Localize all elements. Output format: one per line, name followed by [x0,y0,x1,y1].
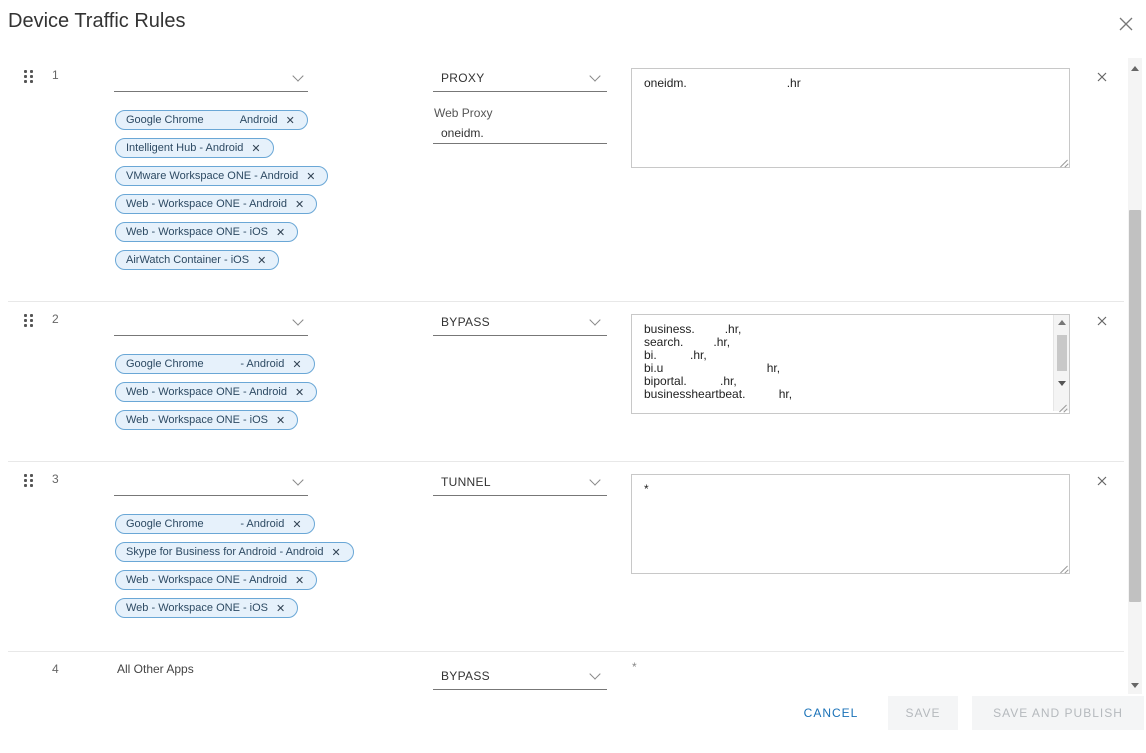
chevron-down-icon [589,314,601,326]
destinations-textarea[interactable]: oneidm. .hr [631,68,1070,168]
action-select-dropdown[interactable]: BYPASS [433,664,607,690]
chevron-down-icon [589,70,601,82]
app-chip: Web - Workspace ONE - iOS ✕ [115,410,299,430]
remove-chip-icon[interactable]: ✕ [251,142,260,155]
destinations-value: * [632,660,637,674]
save-button[interactable]: SAVE [888,696,958,730]
action-select-dropdown[interactable]: TUNNEL [433,470,607,496]
resize-grip-icon[interactable] [1060,159,1068,167]
app-chip-list: Google Chrome Android ✕ Intelligent Hub -… [115,110,329,270]
app-chip-list: Google Chrome - Android ✕ Skype for Busin… [115,514,354,618]
textarea-scrollbar[interactable] [1053,315,1069,411]
rule-row-3: 3 Google Chrome - Android ✕ Skype for Bus… [8,462,1124,652]
scroll-thumb[interactable] [1057,335,1067,371]
app-chip: Skype for Business for Android - Android… [115,542,354,562]
cancel-button[interactable]: CANCEL [796,703,866,723]
rule-number: 3 [52,472,59,486]
drag-handle-icon[interactable] [24,474,36,488]
rule-row-1: 1 Google Chrome Android ✕ Intelligent Hub… [8,58,1124,302]
rule-number: 4 [52,662,59,676]
all-other-apps-label: All Other Apps [117,662,194,676]
remove-chip-icon[interactable]: ✕ [292,358,301,371]
scroll-down-icon[interactable] [1131,683,1139,688]
rule-row-4: 4 All Other Apps BYPASS * [8,652,1124,694]
scroll-up-icon[interactable] [1058,320,1066,325]
rule-number: 2 [52,312,59,326]
action-select-dropdown[interactable]: BYPASS [433,310,607,336]
chevron-down-icon [292,314,304,326]
action-value: BYPASS [441,315,490,329]
remove-chip-icon[interactable]: ✕ [295,386,304,399]
remove-chip-icon[interactable]: ✕ [257,254,266,267]
rule-row-2: 2 Google Chrome - Android ✕ Web - Workspa… [8,302,1124,462]
web-proxy-input[interactable] [433,122,607,144]
drag-handle-icon[interactable] [24,314,36,328]
app-chip: Web - Workspace ONE - Android ✕ [115,194,318,214]
chevron-down-icon [292,70,304,82]
remove-rule-icon[interactable] [1096,314,1108,326]
dialog-title: Device Traffic Rules [8,10,186,32]
remove-chip-icon[interactable]: ✕ [295,198,304,211]
app-chip: Google Chrome Android ✕ [115,110,308,130]
remove-chip-icon[interactable]: ✕ [306,170,315,183]
resize-grip-icon[interactable] [1059,404,1067,412]
chevron-down-icon [292,474,304,486]
rule-number: 1 [52,68,59,82]
close-dialog-icon[interactable] [1118,16,1134,32]
rules-list: 1 Google Chrome Android ✕ Intelligent Hub… [0,58,1128,694]
destinations-textarea[interactable]: business. .hr, search. .hr, bi. .hr, bi.… [631,314,1070,414]
app-chip: Intelligent Hub - Android ✕ [115,138,274,158]
app-chip: Web - Workspace ONE - Android ✕ [115,570,318,590]
web-proxy-label: Web Proxy [434,106,493,120]
app-chip-list: Google Chrome - Android ✕ Web - Workspace… [115,354,318,430]
app-chip: Web - Workspace ONE - iOS ✕ [115,222,299,242]
remove-chip-icon[interactable]: ✕ [295,574,304,587]
destinations-box: business. .hr, search. .hr, bi. .hr, bi.… [631,314,1070,414]
action-value: PROXY [441,71,485,85]
rules-scrollbar[interactable] [1128,58,1142,694]
app-chip: Web - Workspace ONE - iOS ✕ [115,598,299,618]
app-select-dropdown[interactable] [114,310,308,336]
remove-chip-icon[interactable]: ✕ [276,414,285,427]
remove-chip-icon[interactable]: ✕ [292,518,301,531]
chevron-down-icon [589,474,601,486]
app-select-dropdown[interactable] [114,470,308,496]
app-chip: VMware Workspace ONE - Android ✕ [115,166,329,186]
remove-chip-icon[interactable]: ✕ [276,602,285,615]
scroll-down-icon[interactable] [1058,381,1066,386]
app-chip: Google Chrome - Android ✕ [115,354,315,374]
chevron-down-icon [589,668,601,680]
remove-chip-icon[interactable]: ✕ [332,546,341,559]
action-value: TUNNEL [441,475,491,489]
scroll-thumb[interactable] [1129,210,1141,602]
resize-grip-icon[interactable] [1060,565,1068,573]
action-select-dropdown[interactable]: PROXY [433,66,607,92]
drag-handle-icon[interactable] [24,70,36,84]
save-and-publish-button[interactable]: SAVE AND PUBLISH [972,696,1144,730]
action-value: BYPASS [441,669,490,683]
remove-rule-icon[interactable] [1096,474,1108,486]
remove-chip-icon[interactable]: ✕ [276,226,285,239]
scroll-up-icon[interactable] [1131,66,1139,71]
app-chip: Web - Workspace ONE - Android ✕ [115,382,318,402]
destinations-textarea[interactable]: * [631,474,1070,574]
app-chip: Google Chrome - Android ✕ [115,514,315,534]
remove-rule-icon[interactable] [1096,70,1108,82]
app-chip: AirWatch Container - iOS ✕ [115,250,280,270]
app-select-dropdown[interactable] [114,66,308,92]
remove-chip-icon[interactable]: ✕ [286,114,295,127]
